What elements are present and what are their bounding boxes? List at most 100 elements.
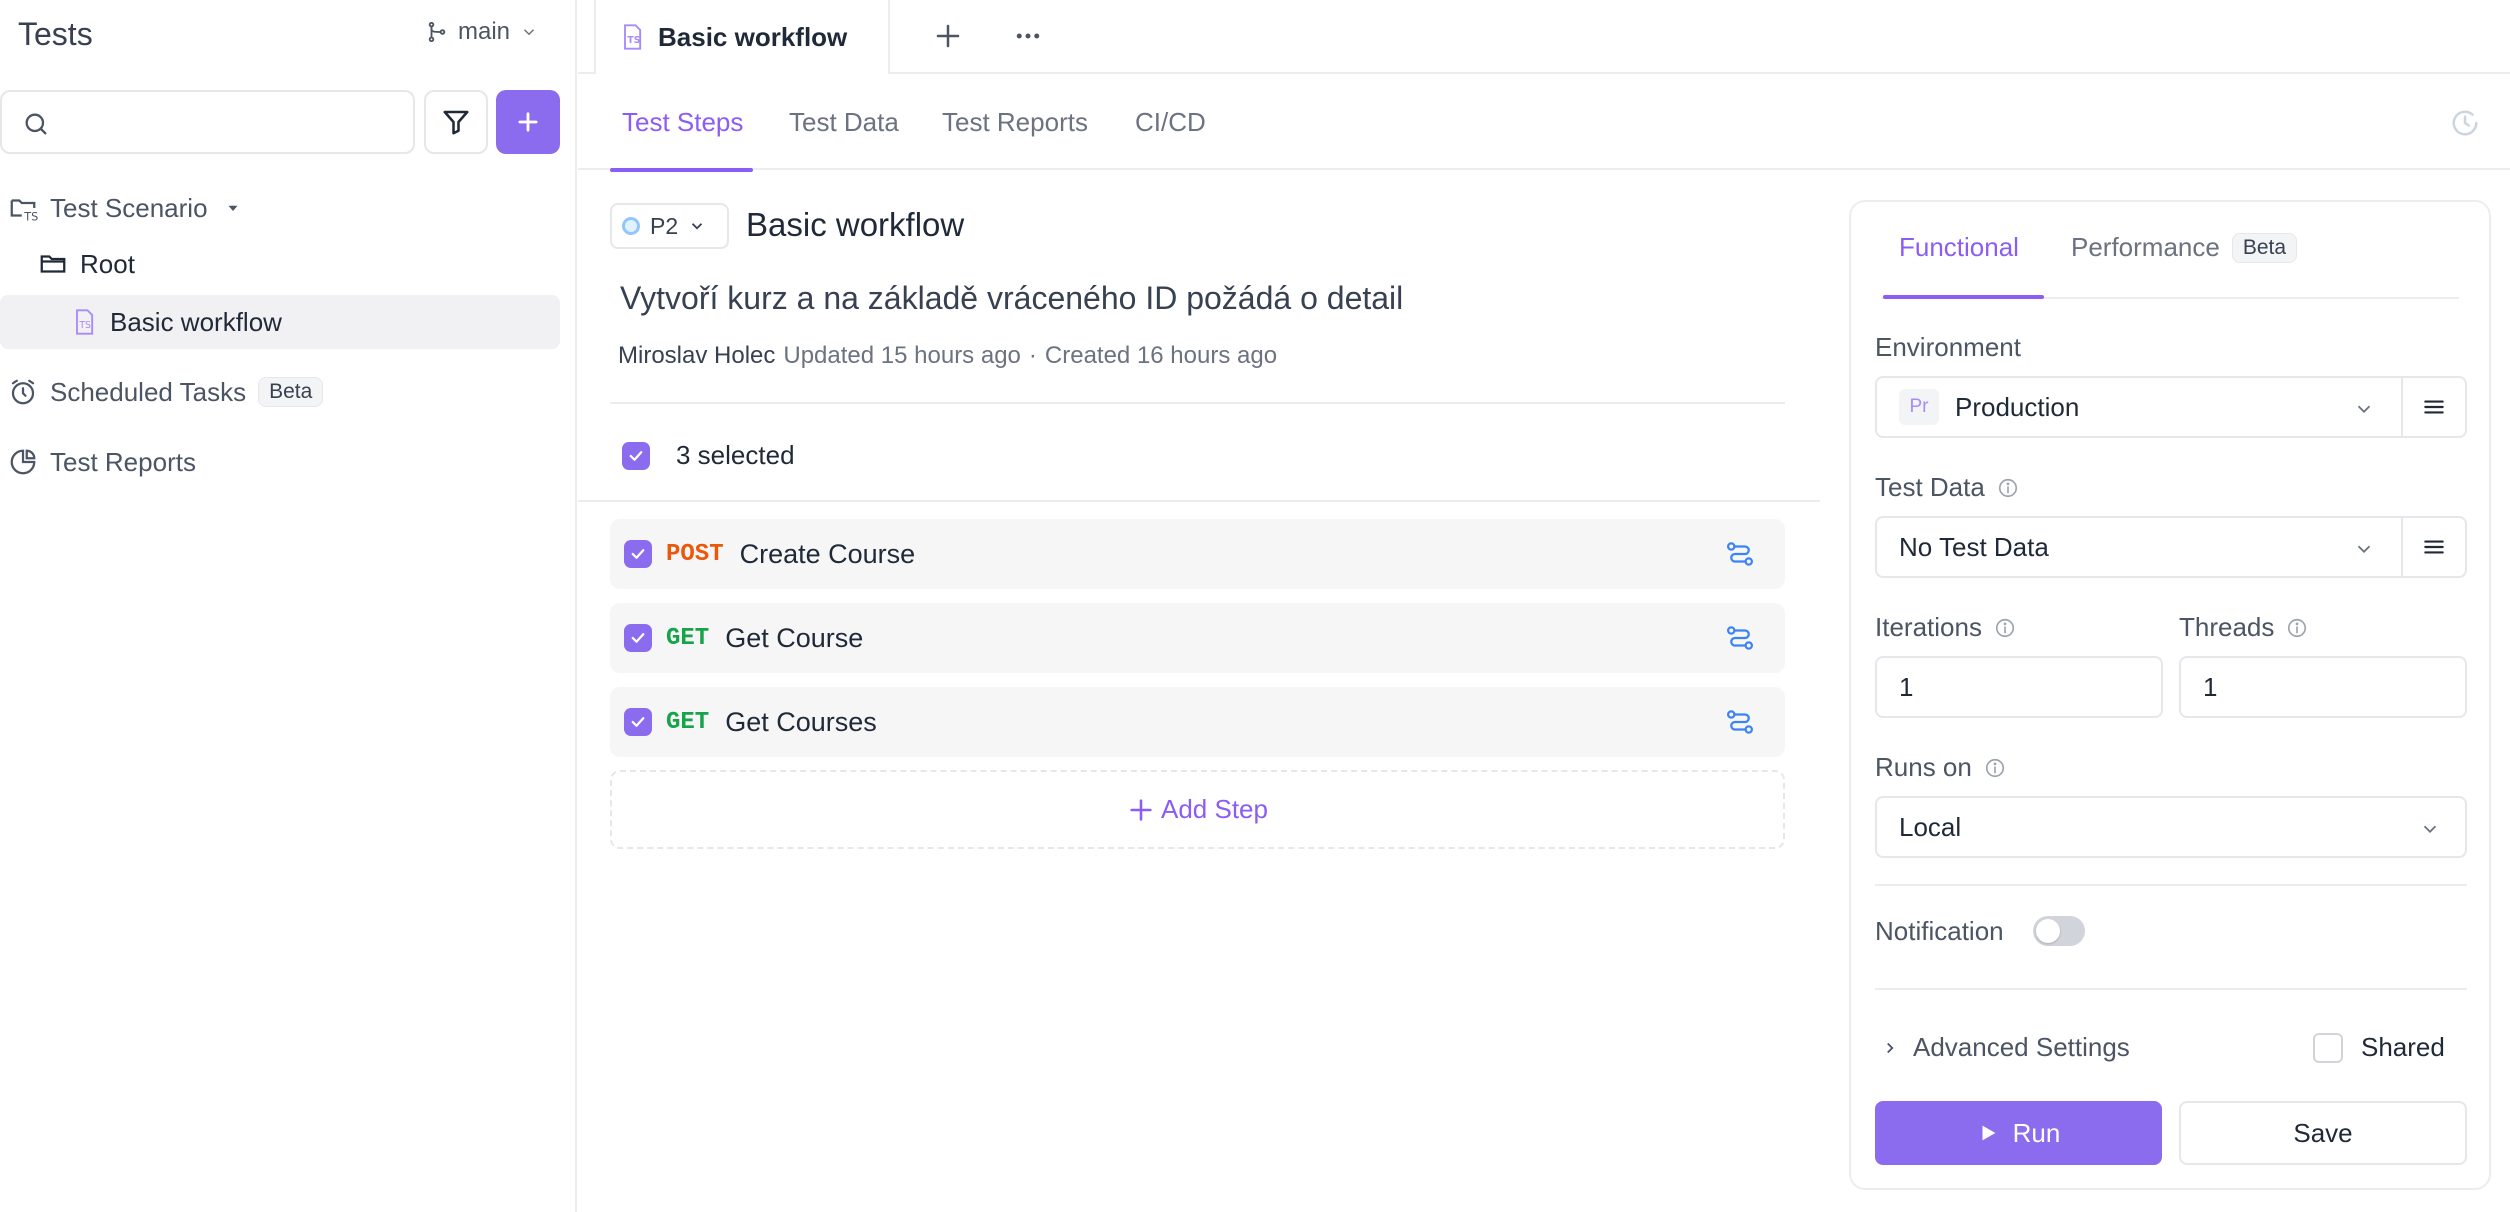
scenario-description[interactable]: Vytvoří kurz a na základě vráceného ID p… [620,280,1403,317]
new-tab-button[interactable] [928,16,968,56]
tab-functional[interactable]: Functional [1899,232,2019,263]
test-data-label: Test Data [1875,472,2019,503]
route-icon[interactable] [1725,623,1755,653]
info-icon[interactable] [2286,617,2308,639]
tab-label: Basic workflow [658,21,848,52]
test-data-value: No Test Data [1899,531,2049,562]
step-row[interactable]: POST Create Course [610,519,1785,589]
test-data-menu-button[interactable] [2401,518,2465,576]
chevron-down-icon [524,29,535,36]
beta-badge: Beta [258,377,324,407]
toggle-knob [2036,919,2060,943]
threads-label: Threads [2179,612,2308,643]
advanced-settings-toggle[interactable]: Advanced Settings [1881,1032,2130,1063]
more-tabs-button[interactable] [1008,16,1048,56]
scenario-meta: Miroslav Holec Updated 15 hours ago · Cr… [618,342,1277,370]
branch-name: main [458,18,511,45]
tree-item-basic-workflow[interactable]: TS Basic workflow [0,295,560,349]
label-text: Iterations [1875,612,1982,642]
environment-value: Production [1955,391,2080,422]
environment-menu-button[interactable] [2401,378,2465,436]
step-name: Create Course [739,538,916,569]
iterations-input[interactable] [1875,656,2163,718]
environment-badge: Pr [1899,389,1939,425]
chevron-down-icon [2357,405,2371,414]
tab-label: Performance [2071,232,2220,262]
environment-label: Environment [1875,332,2021,363]
check-icon [631,633,645,643]
menu-icon [2424,400,2444,414]
test-file-icon: TS [76,309,94,335]
sidebar-item-test-reports[interactable]: Test Reports [8,444,196,480]
route-icon[interactable] [1725,707,1755,737]
step-checkbox[interactable] [624,540,652,568]
scenario-title[interactable]: Basic workflow [746,206,964,244]
svg-text:TS: TS [23,211,38,224]
info-icon[interactable] [1984,757,2006,779]
filter-button[interactable] [424,90,488,154]
threads-input[interactable] [2179,656,2467,718]
tab-bar: TS Basic workflow [578,0,2510,76]
search-icon [25,113,47,135]
tab-performance[interactable]: Performance Beta [2071,232,2298,263]
label-text: Test Data [1875,472,1985,502]
git-branch-icon [428,21,446,43]
caret-down-icon [228,205,238,211]
info-icon[interactable] [1997,477,2019,499]
select-all-checkbox[interactable] [622,441,650,470]
history-icon[interactable] [2450,108,2480,138]
test-data-select[interactable]: No Test Data [1875,516,2467,578]
runs-on-label: Runs on [1875,752,2006,783]
tab-ci-cd[interactable]: CI/CD [1135,74,1206,170]
plus-icon [518,112,538,132]
beta-badge: Beta [2231,232,2298,263]
iterations-label: Iterations [1875,612,2016,643]
alarm-clock-icon [11,379,35,405]
run-button[interactable]: Run [1875,1101,2162,1165]
label-text: Runs on [1875,752,1972,782]
updated-time: Updated 15 hours ago [783,342,1021,369]
svg-text:TS: TS [78,320,91,331]
chevron-down-icon [692,223,703,230]
sidebar-item-scheduled-tasks[interactable]: Scheduled Tasks Beta [8,374,324,410]
step-checkbox[interactable] [624,708,652,736]
save-button[interactable]: Save [2179,1101,2467,1165]
plus-icon [1130,798,1152,821]
branch-selector[interactable]: main [426,18,538,46]
runs-on-select[interactable]: Local [1875,796,2467,858]
tab-basic-workflow[interactable]: TS Basic workflow [594,0,890,76]
sidebar-item-label: Scheduled Tasks [50,376,247,407]
tree-item-test-scenario[interactable]: TS Test Scenario [8,190,242,226]
created-time: Created 16 hours ago [1044,342,1278,369]
chevron-down-icon [2357,545,2371,554]
tree-item-label: Test Scenario [50,192,208,223]
test-scenario-icon: TS [10,199,38,224]
priority-selector[interactable]: P2 [610,203,729,249]
svg-text:TS: TS [627,35,640,46]
search-input[interactable] [62,102,402,144]
tree-item-root[interactable]: Root [38,246,135,282]
shared-checkbox[interactable] [2313,1032,2343,1063]
label-text: Notification [1875,916,2004,946]
divider [1875,884,2467,886]
chevron-right-icon [1887,1042,1894,1053]
step-checkbox[interactable] [624,624,652,652]
run-label: Run [2012,1117,2061,1148]
tab-test-steps[interactable]: Test Steps [609,74,754,172]
tab-test-reports[interactable]: Test Reports [942,74,1088,170]
run-settings-panel: Functional Performance Beta Environment … [1849,200,2491,1190]
add-step-button[interactable]: Add Step [610,770,1785,849]
more-horizontal-icon [1016,33,1040,39]
pie-chart-icon [10,449,36,475]
filter-icon [443,110,469,135]
info-icon[interactable] [1994,617,2016,639]
route-icon[interactable] [1725,539,1755,569]
step-row[interactable]: GET Get Courses [610,687,1785,757]
tab-test-data[interactable]: Test Data [789,74,899,170]
shared-checkbox-row[interactable]: Shared [2313,1032,2445,1063]
divider [1875,988,2467,990]
environment-select[interactable]: Pr Production [1875,376,2467,438]
step-row[interactable]: GET Get Course [610,603,1785,673]
notification-toggle[interactable] [2033,916,2085,946]
add-test-button[interactable] [496,90,560,154]
